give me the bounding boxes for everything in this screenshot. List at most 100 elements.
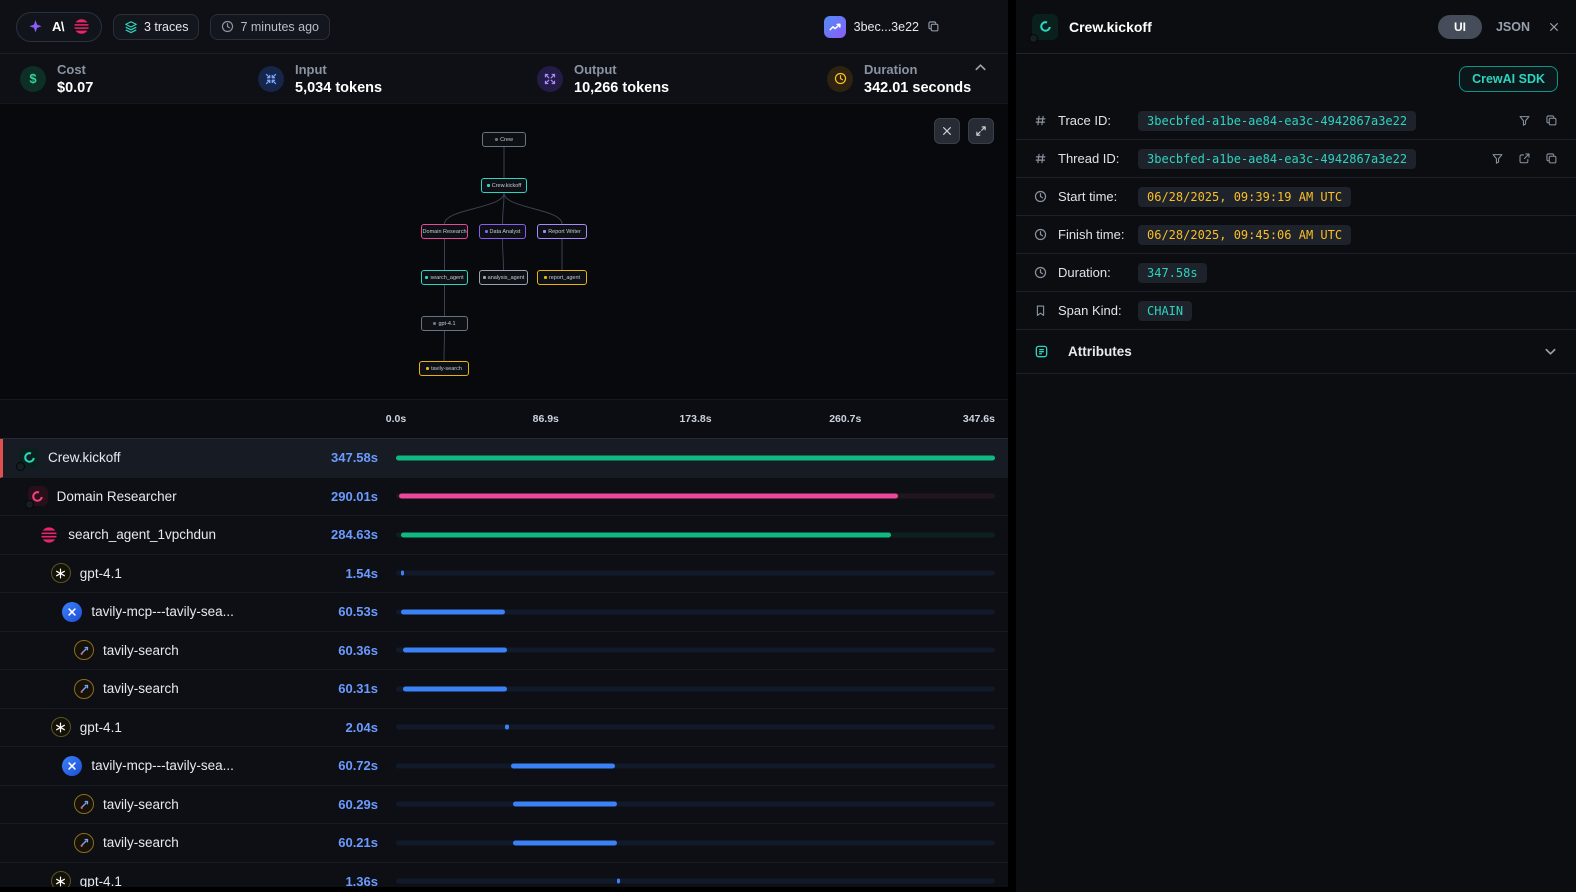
copy-icon[interactable]	[1545, 114, 1558, 127]
span-name: gpt-4.1	[80, 874, 122, 887]
stat-value: 10,266 tokens	[574, 80, 669, 96]
span-bar[interactable]	[401, 571, 404, 576]
span-bar[interactable]	[617, 879, 620, 884]
traces-count-badge[interactable]: 3 traces	[113, 14, 199, 40]
span-row[interactable]: Domain Researcher290.01s	[0, 478, 1008, 517]
graph-node-label: analysis_agent	[488, 275, 525, 281]
field-value: 06/28/2025, 09:39:19 AM UTC	[1138, 187, 1351, 207]
span-row[interactable]: Crew.kickoff347.58s	[0, 439, 1008, 478]
attributes-section-header[interactable]: Attributes	[1016, 330, 1576, 374]
span-row[interactable]: tavily-mcp---tavily-sea...60.53s	[0, 593, 1008, 632]
span-bar[interactable]	[401, 532, 891, 537]
sdk-badge: CrewAI SDK	[1459, 66, 1558, 92]
tab-ui[interactable]: UI	[1438, 15, 1482, 39]
copy-icon[interactable]	[927, 20, 940, 33]
graph-node[interactable]: search_agent	[421, 270, 468, 285]
trace-id-short: 3bec...3e22	[854, 20, 919, 34]
trace-graph-panel: Crew Crew.kickoff Domain Researcher Data An…	[0, 104, 1008, 400]
graph-expand-button[interactable]	[968, 118, 994, 144]
span-row[interactable]: gpt-4.11.54s	[0, 555, 1008, 594]
span-bar[interactable]	[403, 686, 507, 691]
graph-node[interactable]: Data Analyst	[479, 224, 526, 239]
trace-chart-icon	[824, 16, 846, 38]
stat-value: 342.01 seconds	[864, 80, 971, 96]
agent-pink-icon	[39, 525, 59, 545]
span-bar[interactable]	[513, 802, 617, 807]
field-label: Duration:	[1058, 265, 1138, 280]
collapse-stats-chevron-icon[interactable]	[973, 60, 988, 75]
graph-node[interactable]: tavily-search	[419, 361, 469, 376]
trace-id-cluster: 3bec...3e22	[824, 16, 940, 38]
chevron-down-icon[interactable]	[1543, 344, 1558, 359]
crew-teal-icon	[19, 448, 39, 468]
graph-node-label: Crew	[500, 137, 513, 143]
clock-icon	[827, 66, 853, 92]
span-row[interactable]: search_agent_1vpchdun284.63s	[0, 516, 1008, 555]
graph-node[interactable]: Crew	[482, 132, 526, 147]
span-bar[interactable]	[396, 455, 995, 460]
clock-icon	[221, 20, 234, 33]
graph-node-label: report_agent	[549, 275, 580, 281]
stat-label: Duration	[864, 62, 971, 77]
span-row[interactable]: tavily-mcp---tavily-sea...60.72s	[0, 747, 1008, 786]
field-actions	[1518, 114, 1558, 127]
span-row[interactable]: tavily-search60.21s	[0, 824, 1008, 863]
span-name: tavily-search	[103, 797, 179, 812]
span-row[interactable]: tavily-search60.36s	[0, 632, 1008, 671]
hash-icon	[1034, 152, 1050, 165]
funnel-icon[interactable]	[1491, 152, 1504, 165]
graph-node[interactable]: analysis_agent	[479, 270, 528, 285]
stat-input: Input5,034 tokens	[258, 62, 537, 96]
span-track	[396, 840, 995, 845]
graph-node[interactable]: Domain Researcher	[421, 224, 468, 239]
span-bar[interactable]	[401, 609, 505, 614]
span-bar[interactable]	[511, 763, 616, 768]
span-name: Domain Researcher	[57, 489, 177, 504]
attributes-icon	[1034, 344, 1050, 359]
span-row[interactable]: tavily-search 60.31s	[0, 670, 1008, 709]
attributes-label: Attributes	[1068, 344, 1132, 359]
tab-json[interactable]: JSON	[1496, 20, 1530, 34]
span-row[interactable]: tavily-search60.29s	[0, 786, 1008, 825]
bookmark-icon	[1034, 304, 1050, 317]
span-name: tavily-search	[103, 643, 179, 658]
stat-output: Output10,266 tokens	[537, 62, 827, 96]
clock-icon	[1034, 228, 1050, 241]
close-panel-icon[interactable]	[1548, 21, 1560, 33]
span-bar[interactable]	[513, 840, 617, 845]
field-value: 3becbfed-a1be-ae84-ea3c-4942867a3e22	[1138, 111, 1416, 131]
graph-node[interactable]: Crew.kickoff	[481, 178, 527, 193]
span-duration: 60.31s	[328, 681, 378, 696]
span-track	[396, 725, 995, 730]
graph-node[interactable]: gpt-4.1	[421, 316, 468, 331]
span-duration: 60.21s	[328, 835, 378, 850]
graph-node[interactable]: report_agent	[537, 270, 587, 285]
span-rows: Crew.kickoff347.58sDomain Researcher290.…	[0, 439, 1008, 887]
detail-field: Thread ID:3becbfed-a1be-ae84-ea3c-494286…	[1016, 140, 1576, 178]
field-label: Start time:	[1058, 189, 1138, 204]
span-bar[interactable]	[399, 494, 899, 499]
external-icon[interactable]	[1518, 152, 1531, 165]
field-label: Trace ID:	[1058, 113, 1138, 128]
span-row[interactable]: gpt-4.11.36s	[0, 863, 1008, 888]
detail-field: Trace ID:3becbfed-a1be-ae84-ea3c-4942867…	[1016, 102, 1576, 140]
copy-icon[interactable]	[1545, 152, 1558, 165]
tavily-icon	[74, 833, 94, 853]
span-bar[interactable]	[505, 725, 509, 730]
funnel-icon[interactable]	[1518, 114, 1531, 127]
mcp-blue-icon	[62, 602, 82, 622]
stats-bar: $Cost$0.07Input5,034 tokensOutput10,266 …	[0, 54, 1008, 104]
span-name: tavily-search	[103, 681, 179, 696]
graph-close-button[interactable]	[934, 118, 960, 144]
graph-node[interactable]: Report Writer	[537, 224, 587, 239]
detail-field: Span Kind:CHAIN	[1016, 292, 1576, 330]
traces-count-label: 3 traces	[144, 20, 188, 34]
clock-icon	[1034, 266, 1050, 279]
graph-node-label: tavily-search	[431, 366, 462, 372]
graph-node-label: Data Analyst	[490, 229, 521, 235]
span-bar[interactable]	[403, 648, 507, 653]
sparkle-icon	[28, 19, 43, 34]
span-duration: 60.72s	[328, 758, 378, 773]
span-row[interactable]: gpt-4.12.04s	[0, 709, 1008, 748]
timeline-axis-plot: 0.0s86.9s173.8s260.7s347.6s	[396, 400, 995, 438]
